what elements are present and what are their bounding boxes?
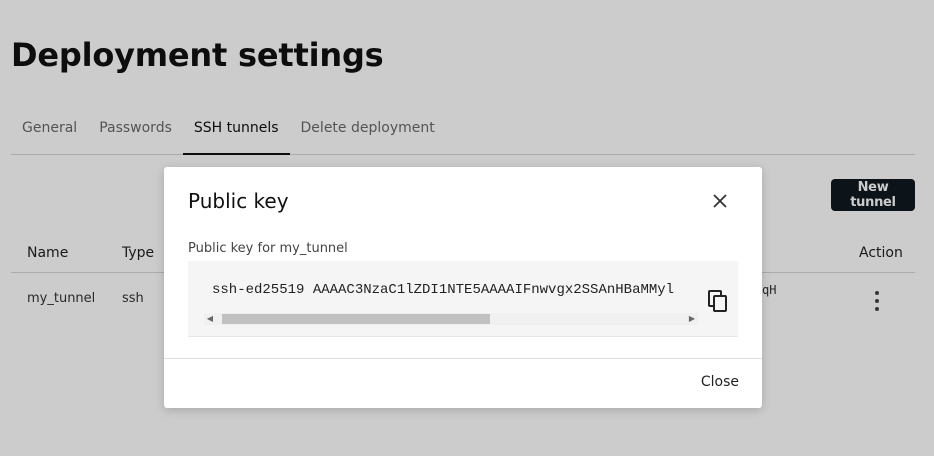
code-divider (188, 336, 738, 337)
public-key-dialog: Public key Public key for my_tunnel ssh-… (164, 167, 762, 408)
code-scroll-area: ssh-ed25519 AAAAC3NzaC1lZDI1NTE5AAAAIFnw… (188, 261, 708, 337)
copy-icon[interactable] (706, 288, 730, 314)
dialog-title: Public key (188, 189, 289, 213)
public-key-code-block: ssh-ed25519 AAAAC3NzaC1lZDI1NTE5AAAAIFnw… (188, 261, 738, 337)
public-key-text[interactable]: ssh-ed25519 AAAAC3NzaC1lZDI1NTE5AAAAIFnw… (212, 282, 674, 298)
public-key-label: Public key for my_tunnel (188, 241, 348, 256)
arrow-left-icon[interactable]: ◀ (204, 313, 216, 325)
arrow-right-icon[interactable]: ▶ (686, 313, 698, 325)
horizontal-scrollbar[interactable]: ◀ ▶ (204, 313, 698, 325)
dialog-footer-divider (164, 358, 762, 359)
close-icon[interactable] (709, 190, 731, 212)
close-button[interactable]: Close (701, 374, 739, 390)
scrollbar-thumb[interactable] (222, 314, 490, 324)
